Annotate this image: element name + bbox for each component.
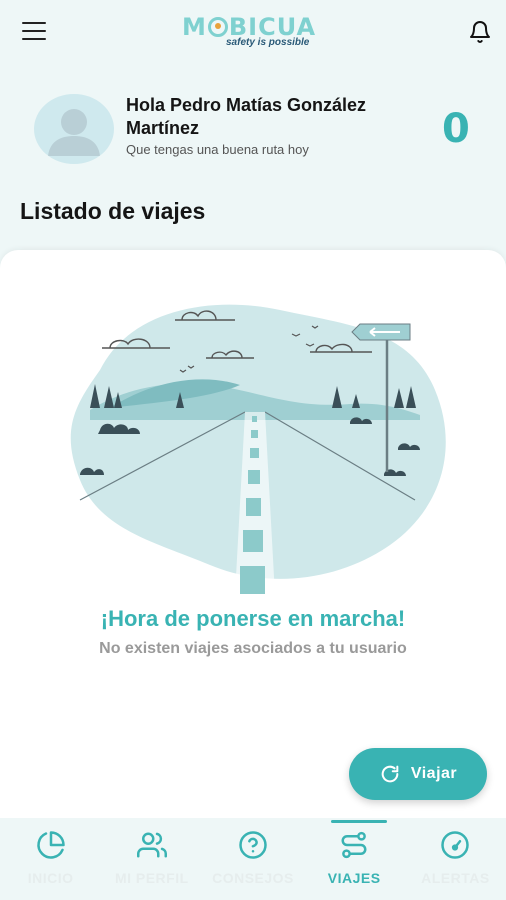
- trips-card: ¡Hora de ponerse en marcha! No existen v…: [0, 250, 506, 820]
- greeting-text: Hola Pedro Matías González Martínez: [126, 95, 367, 138]
- pie-chart-icon: [36, 831, 65, 859]
- page-title: Listado de viajes: [20, 198, 206, 224]
- score-value: 0: [442, 106, 470, 152]
- refresh-icon: [381, 765, 399, 783]
- nav-label-viajes: VIAJES: [327, 870, 381, 886]
- nav-item-consejos[interactable]: CONSEJOS: [202, 818, 303, 900]
- user-silhouette-icon: [48, 109, 100, 156]
- nav-label-consejos: CONSEJOS: [212, 870, 294, 886]
- profile-header: Hola Pedro Matías González Martínez Que …: [0, 88, 506, 168]
- gauge-icon: [441, 831, 470, 859]
- route-icon: [341, 831, 367, 859]
- start-trip-button[interactable]: Viajar: [349, 748, 487, 800]
- nav-item-viajes[interactable]: VIAJES: [304, 818, 405, 900]
- hamburger-menu-icon[interactable]: [22, 22, 46, 40]
- nav-label-alertas: ALERTAS: [421, 870, 490, 886]
- top-app-bar: M BICUA safety is possible: [0, 0, 506, 62]
- help-circle-icon: [239, 831, 267, 859]
- logo-tagline: safety is possible: [226, 37, 310, 48]
- start-trip-label: Viajar: [410, 765, 458, 782]
- users-icon: [136, 832, 167, 858]
- avatar[interactable]: [34, 94, 114, 164]
- nav-label-inicio: INICIO: [27, 870, 74, 886]
- nav-label-mi-perfil: MI PERFIL: [114, 870, 189, 886]
- empty-road-illustration: [70, 304, 446, 595]
- bell-icon[interactable]: [468, 20, 492, 44]
- logo-o-mark: [207, 17, 228, 37]
- nav-item-inicio[interactable]: INICIO: [0, 818, 101, 900]
- nav-item-mi-perfil[interactable]: MI PERFIL: [101, 818, 202, 900]
- nav-item-alertas[interactable]: ALERTAS: [405, 818, 506, 900]
- bottom-navigation: INICIO MI PERFIL CONSEJOS VIAJES ALERTAS: [0, 818, 506, 900]
- app-logo: M BICUA safety is possible: [182, 14, 327, 50]
- empty-state-title: ¡Hora de ponerse en marcha!: [100, 606, 406, 631]
- greeting-subtitle: Que tengas una buena ruta hoy: [126, 142, 309, 157]
- empty-state-subtitle: No existen viajes asociados a tu usuario: [99, 640, 407, 657]
